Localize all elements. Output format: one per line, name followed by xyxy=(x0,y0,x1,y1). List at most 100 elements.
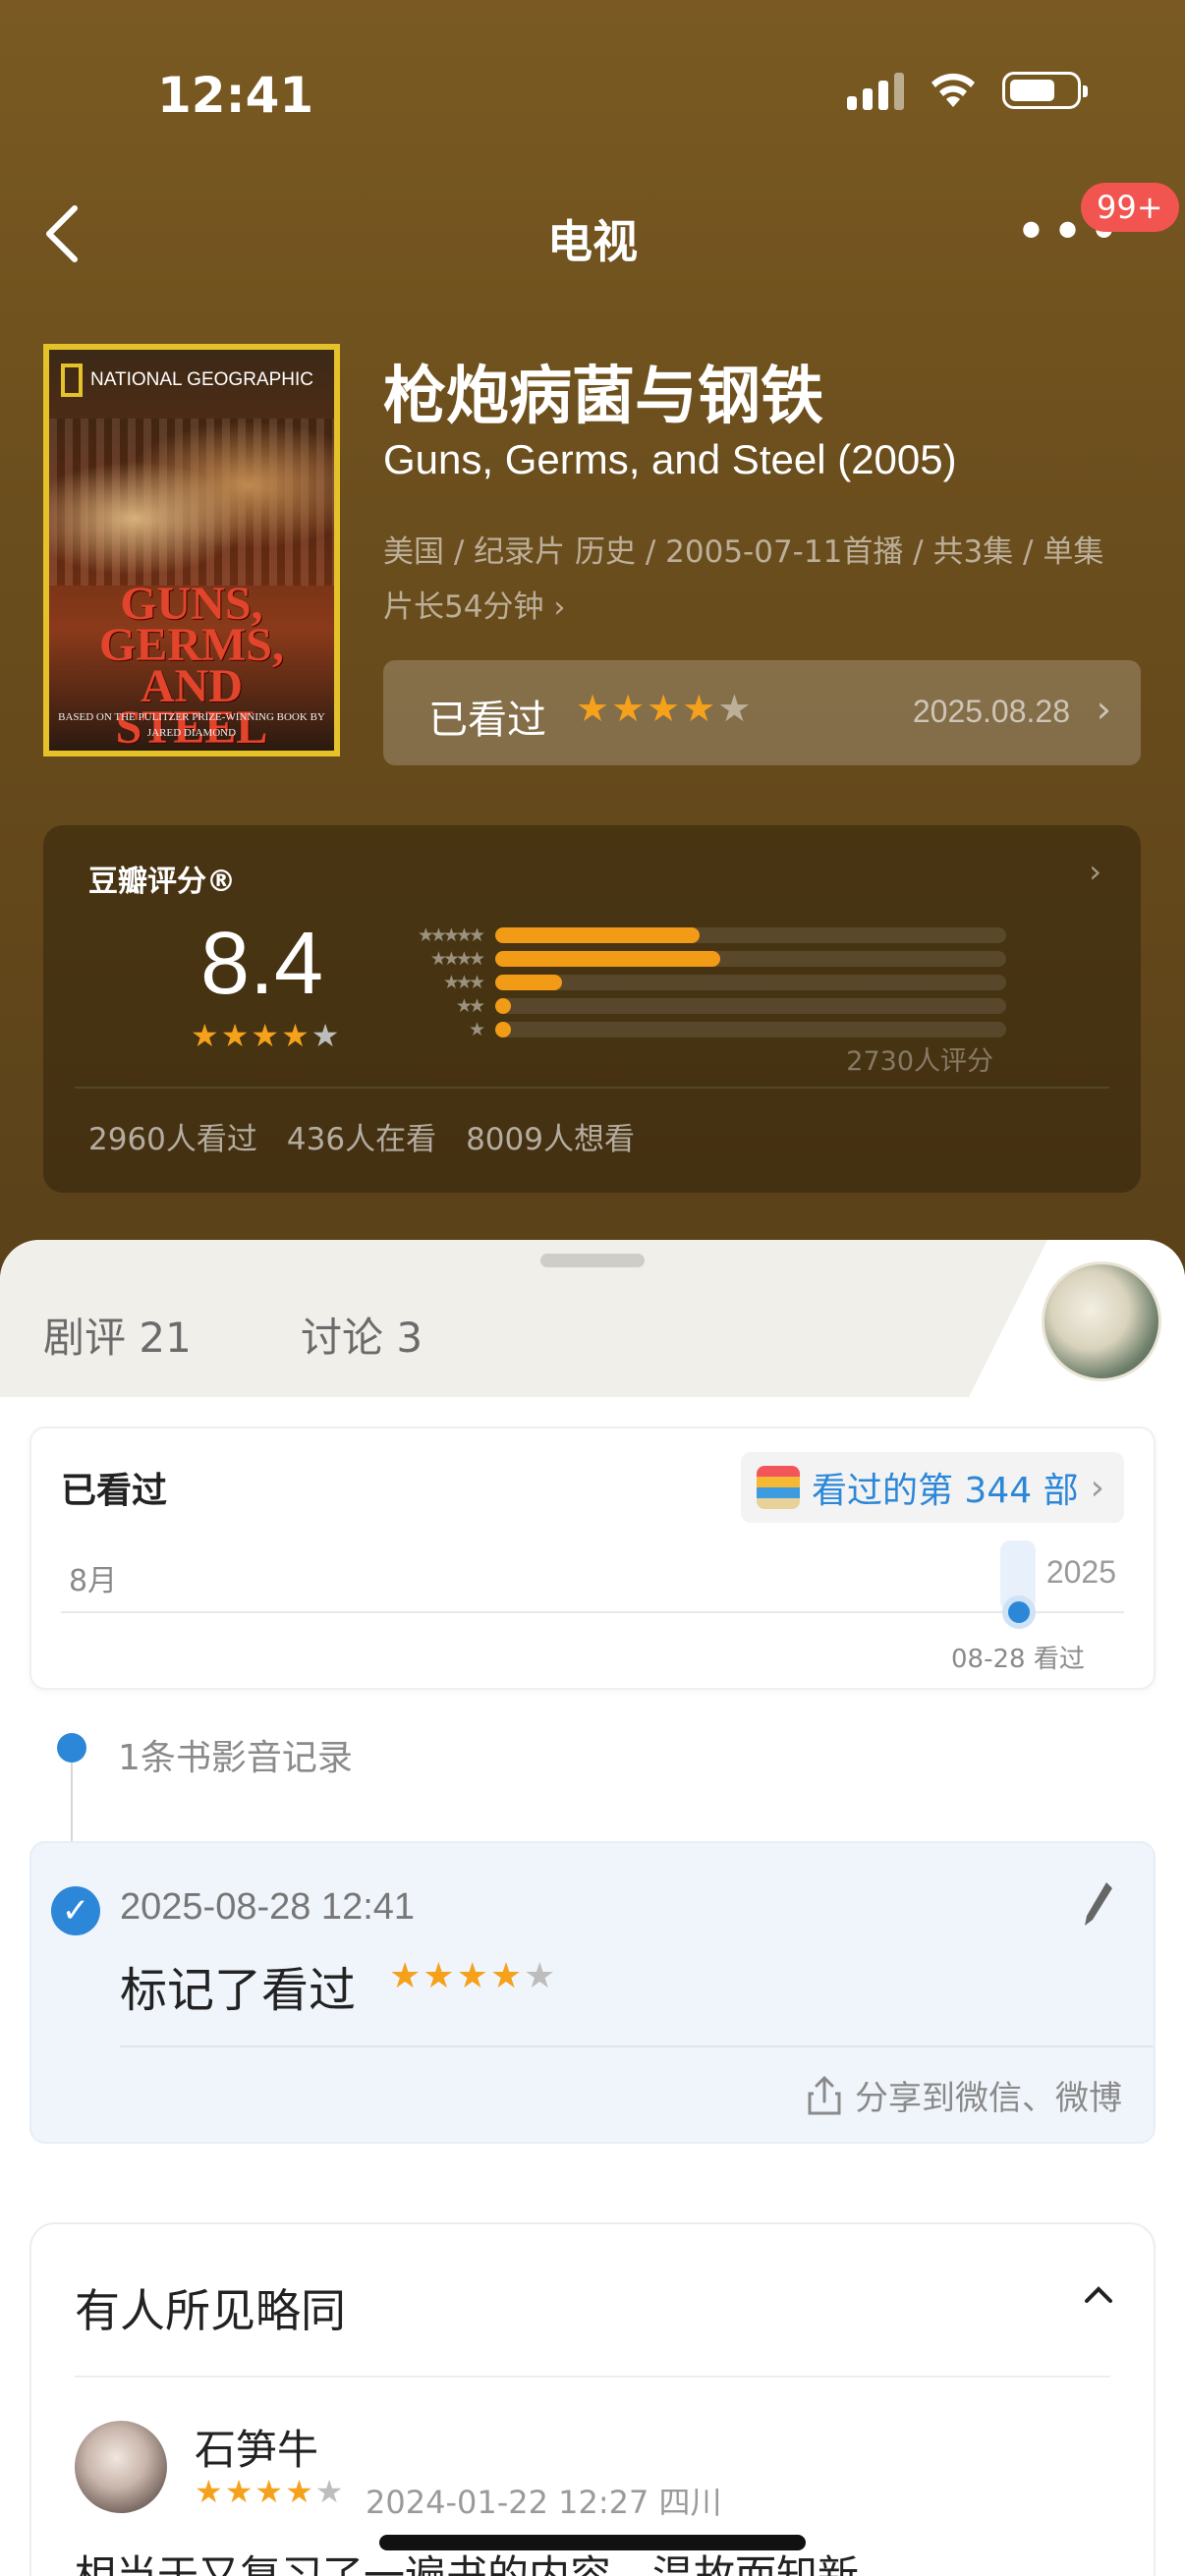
checkmark-icon: ✓ xyxy=(51,1886,100,1935)
star-filled-icon: ★ xyxy=(254,2473,284,2510)
rating-score: 8.4 xyxy=(200,915,324,1013)
divider xyxy=(75,2376,1110,2378)
distribution-track xyxy=(495,998,1006,1014)
distribution-star-label: ★★★ xyxy=(442,972,485,993)
distribution-track xyxy=(495,951,1006,967)
wifi-icon xyxy=(931,73,975,107)
watched-date: 2025.08.28 xyxy=(912,694,1070,729)
distribution-track xyxy=(495,975,1006,990)
star-filled-icon: ★ xyxy=(220,1017,250,1054)
pencil-icon[interactable] xyxy=(1083,1880,1112,1932)
star-filled-icon: ★ xyxy=(389,1956,422,1996)
watched-card[interactable]: 已看过 看过的第 344 部 › 8月 2025 08-28 看过 xyxy=(29,1427,1156,1690)
star-filled-icon: ★ xyxy=(224,2473,254,2510)
watched-label: 已看过 xyxy=(428,698,546,743)
movie-title-en: Guns, Germs, and Steel (2005) xyxy=(383,436,957,482)
star-empty-icon: ★ xyxy=(717,687,752,730)
rating-distribution: ★★★★★ ★★★★ ★★★ ★★ ★ xyxy=(377,924,1006,1041)
signal-icon xyxy=(847,71,904,110)
stat-watched: 2960人看过 xyxy=(88,1122,257,1157)
rating-count: 2730人评分 xyxy=(846,1046,993,1077)
rating-stats: 2960人看过 436人在看 8009人想看 xyxy=(88,1114,635,1158)
share-button[interactable]: 分享到微信、微博 xyxy=(808,2071,1122,2119)
star-filled-icon: ★ xyxy=(611,687,646,730)
star-empty-icon: ★ xyxy=(314,2473,344,2510)
movie-title-cn: 枪炮病菌与钢铁 xyxy=(383,361,823,433)
chevron-right-icon: › xyxy=(1090,1467,1104,1508)
record-stars: ★ ★ ★ ★ ★ xyxy=(389,1959,555,1994)
watched-stars: ★ ★ ★ ★ ★ xyxy=(576,690,751,727)
distribution-star-label: ★★★★★ xyxy=(417,924,485,946)
record-action: 标记了看过 xyxy=(120,1963,357,2018)
chevron-right-icon: › xyxy=(553,590,566,625)
rating-label: 豆瓣评分® xyxy=(88,865,236,899)
star-filled-icon: ★ xyxy=(489,1956,523,1996)
star-filled-icon: ★ xyxy=(195,2473,223,2510)
star-filled-icon: ★ xyxy=(647,687,681,730)
distribution-star-label: ★★★★ xyxy=(429,948,485,970)
distribution-star-label: ★★ xyxy=(455,995,485,1017)
poster-subtitle: BASED ON THE PULITZER PRIZE-WINNING BOOK… xyxy=(58,711,325,739)
star-filled-icon: ★ xyxy=(456,1956,488,1996)
status-icons xyxy=(847,71,1088,110)
distribution-bar xyxy=(495,1022,511,1037)
page-title: 电视 xyxy=(547,215,638,268)
divider xyxy=(120,2045,1154,2047)
star-filled-icon: ★ xyxy=(576,687,610,730)
chevron-up-icon[interactable] xyxy=(1079,2275,1118,2315)
watched-count-text: 看过的第 344 部 xyxy=(811,1471,1079,1511)
douban-rating-card[interactable]: 豆瓣评分® › 8.4 ★ ★ ★ ★ ★ ★★★★★ ★★★★ ★★★ ★★ ★ 2730人评… xyxy=(43,825,1141,1193)
watched-status-button[interactable]: 已看过 ★ ★ ★ ★ ★ 2025.08.28 › xyxy=(383,660,1141,765)
distribution-star-label: ★ xyxy=(468,1019,485,1040)
distribution-track xyxy=(495,1022,1006,1037)
chevron-right-icon: › xyxy=(1089,853,1101,890)
reviewer-name[interactable]: 石笋牛 xyxy=(195,2417,318,2477)
divider xyxy=(75,1087,1109,1089)
distribution-track xyxy=(495,927,1006,943)
distribution-row: ★ xyxy=(377,1018,1006,1041)
distribution-bar xyxy=(495,951,720,967)
status-time: 12:41 xyxy=(157,67,314,124)
poster-image[interactable]: NATIONAL GEOGRAPHIC GUNS, GERMS, AND STE… xyxy=(43,344,340,756)
share-label: 分享到微信、微博 xyxy=(855,2079,1122,2118)
star-filled-icon: ★ xyxy=(191,1017,219,1054)
poster-brand: NATIONAL GEOGRAPHIC xyxy=(61,364,313,397)
reviewer-stars: ★ ★ ★ ★ ★ xyxy=(195,2476,343,2507)
distribution-bar xyxy=(495,927,700,943)
notification-badge: 99+ xyxy=(1081,183,1179,232)
battery-icon xyxy=(1002,72,1088,109)
distribution-bar xyxy=(495,998,511,1014)
record-timestamp: 2025-08-28 12:41 xyxy=(120,1886,416,1928)
star-filled-icon: ★ xyxy=(682,687,716,730)
record-card: ✓ 2025-08-28 12:41 标记了看过 ★ ★ ★ ★ ★ 分享到微信、微博 xyxy=(29,1841,1156,2144)
watched-count-pill[interactable]: 看过的第 344 部 › xyxy=(740,1452,1124,1523)
share-icon xyxy=(808,2075,841,2114)
sheet-content: 已看过 看过的第 344 部 › 8月 2025 08-28 看过 1条书影音记… xyxy=(0,1240,1185,2576)
distribution-bar xyxy=(495,975,562,990)
poster-artwork xyxy=(49,419,334,586)
timeline-marker-label: 08-28 看过 xyxy=(951,1645,1085,1674)
stat-watching: 436人在看 xyxy=(286,1122,437,1157)
distribution-row: ★★★ xyxy=(377,971,1006,994)
reviewer-avatar[interactable] xyxy=(75,2421,167,2513)
star-filled-icon: ★ xyxy=(423,1956,455,1996)
timeline-dot xyxy=(57,1733,86,1763)
timeline-axis xyxy=(61,1611,1124,1613)
review-meta: 2024-01-22 12:27 四川 xyxy=(366,2484,722,2521)
distribution-row: ★★★★ xyxy=(377,947,1006,971)
archive-box-icon xyxy=(756,1466,800,1509)
star-filled-icon: ★ xyxy=(285,2473,313,2510)
similar-opinions-card: 有人所见略同 石笋牛 ★ ★ ★ ★ ★ 2024-01-22 12:27 四川 相当于… xyxy=(29,2222,1156,2576)
chevron-right-icon: › xyxy=(1096,688,1111,731)
home-indicator xyxy=(379,2535,806,2550)
meta-line-1: 美国 / 纪录片 历史 / 2005-07-11首播 / 共3集 / 单集 xyxy=(383,534,1104,570)
stat-want: 8009人想看 xyxy=(466,1122,635,1157)
watched-card-title: 已看过 xyxy=(61,1471,168,1511)
meta-line-2: 片长54分钟 xyxy=(383,589,544,625)
timeline-month: 8月 xyxy=(69,1564,118,1598)
timeline-marker[interactable] xyxy=(1002,1596,1036,1629)
similar-title: 有人所见略同 xyxy=(75,2284,346,2337)
star-filled-icon: ★ xyxy=(251,1017,280,1054)
star-empty-icon: ★ xyxy=(524,1956,556,1996)
movie-meta[interactable]: 美国 / 纪录片 历史 / 2005-07-11首播 / 共3集 / 单集 片长… xyxy=(383,525,1150,636)
